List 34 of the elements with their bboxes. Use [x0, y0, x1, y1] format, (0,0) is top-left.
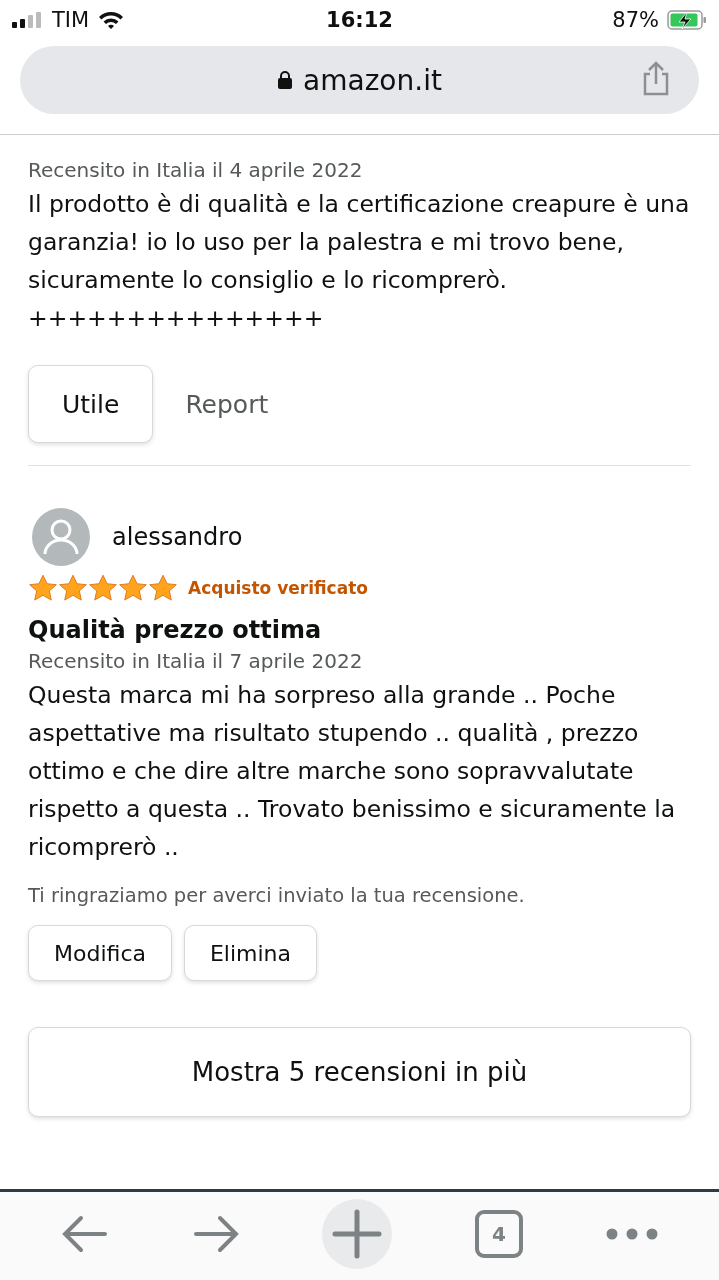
clock-time: 16:12: [326, 8, 393, 32]
star-icon: [58, 574, 88, 602]
thank-you-note: Ti ringraziamo per averci inviato la tua recensione.: [28, 884, 526, 907]
show-more-button[interactable]: Mostra 5 recensioni in più: [28, 1027, 691, 1117]
back-icon[interactable]: [61, 1214, 110, 1254]
verified-purchase-label: Acquisto verificato: [188, 578, 368, 598]
battery-charging-icon: [667, 10, 707, 30]
carrier-name: TIM: [52, 8, 90, 32]
wifi-icon: [97, 10, 126, 30]
delete-button[interactable]: Elimina: [183, 925, 318, 981]
review-date: Recensito in Italia il 7 aprile 2022: [28, 648, 364, 675]
share-icon[interactable]: [641, 60, 671, 96]
review-text: Questa marca mi ha sorpreso alla grande .. Poche aspettative ma risultato stupendo .. qualità , prezzo ottimo e che dire altre marche sono sopravvalutate rispetto a questa .. Trovato benissimo e sicuramente la ricomprerò ..: [28, 680, 677, 863]
lock-icon: [277, 70, 294, 90]
helpful-button[interactable]: Utile: [28, 365, 154, 443]
signal-icon: [12, 12, 44, 28]
star-icon: [148, 574, 178, 602]
more-icon[interactable]: [605, 1227, 658, 1241]
review-title: Qualità prezzo ottima: [28, 615, 323, 646]
battery-percentage: 87%: [612, 8, 659, 32]
review-text: Il prodotto è di qualità e la certificazione creapure è una garanzia! io lo uso per la palestra e mi trovo bene, sicuramente lo consiglio e lo ricomprerò. +++++++++++++++: [28, 189, 691, 334]
reviewer-name: alessandro: [112, 523, 243, 551]
url-text: amazon.it: [303, 63, 442, 97]
new-tab-icon[interactable]: [322, 1199, 393, 1269]
tab-count-button[interactable]: 4: [475, 1210, 524, 1258]
avatar-icon: [32, 508, 90, 566]
star-icon: [88, 574, 118, 602]
report-link[interactable]: Report: [185, 389, 269, 419]
address-bar[interactable]: amazon.it: [20, 46, 699, 114]
star-icon: [118, 574, 148, 602]
edit-button[interactable]: Modifica: [28, 925, 172, 981]
star-icon: [28, 574, 58, 602]
review-date: Recensito in Italia il 4 aprile 2022: [28, 157, 364, 184]
forward-icon[interactable]: [191, 1214, 240, 1254]
